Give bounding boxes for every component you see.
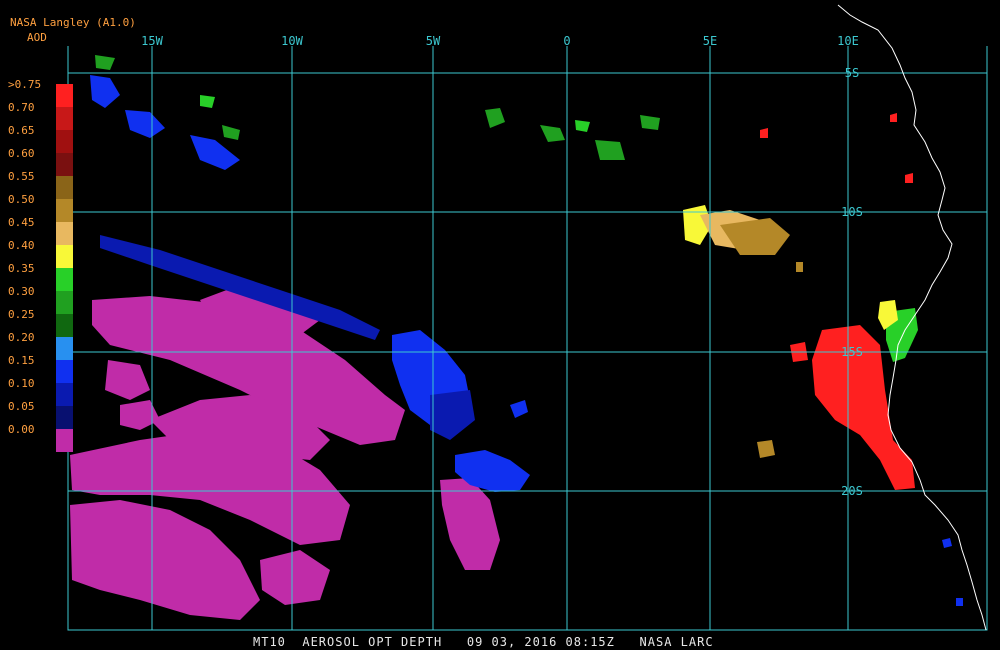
legend-label: 0.55 xyxy=(8,170,35,183)
legend-label: 0.10 xyxy=(8,377,35,390)
legend-label: 0.65 xyxy=(8,124,35,137)
legend-label: 0.25 xyxy=(8,308,35,321)
legend-label: 0.60 xyxy=(8,147,35,160)
latitude-label: 5S xyxy=(845,66,859,80)
legend-swatch xyxy=(56,245,73,268)
legend-swatch xyxy=(56,107,73,130)
legend-swatch xyxy=(56,429,73,452)
legend-label: 0.30 xyxy=(8,285,35,298)
legend-label: 0.70 xyxy=(8,101,35,114)
legend-swatch xyxy=(56,360,73,383)
legend-label: 0.40 xyxy=(8,239,35,252)
legend-label: 0.35 xyxy=(8,262,35,275)
image-caption: MT10 AEROSOL OPT DEPTH 09 03, 2016 08:15… xyxy=(253,635,714,649)
legend-label: 0.20 xyxy=(8,331,35,344)
legend-swatch xyxy=(56,176,73,199)
longitude-label: 10E xyxy=(837,34,859,48)
longitude-label: 5E xyxy=(703,34,717,48)
longitude-label: 15W xyxy=(141,34,163,48)
product-label: AOD xyxy=(27,31,47,44)
legend-swatch xyxy=(56,337,73,360)
legend-swatch xyxy=(56,383,73,406)
legend-swatch xyxy=(56,222,73,245)
latitude-label: 15S xyxy=(841,345,863,359)
aod-map: 15W 10W 5W 0 5E 10E 5S 10S 15S 20S xyxy=(67,4,988,631)
legend-label: >0.75 xyxy=(8,78,42,91)
legend-label: 0.45 xyxy=(8,216,35,229)
aod-low-region xyxy=(70,285,500,620)
legend-swatch xyxy=(56,291,73,314)
latitude-label: 10S xyxy=(841,205,863,219)
legend-swatch xyxy=(56,314,73,337)
aod-green-region xyxy=(95,55,660,160)
legend-swatch xyxy=(56,406,73,429)
legend-swatch xyxy=(56,130,73,153)
legend-swatch xyxy=(56,199,73,222)
aod-brown-region xyxy=(720,218,803,458)
longitude-label: 0 xyxy=(563,34,570,48)
longitude-label: 5W xyxy=(426,34,441,48)
longitude-label: 10W xyxy=(281,34,303,48)
latitude-label: 20S xyxy=(841,484,863,498)
legend-swatch xyxy=(56,84,73,107)
legend-label: 0.05 xyxy=(8,400,35,413)
legend-label: 0.50 xyxy=(8,193,35,206)
legend-swatch xyxy=(56,153,73,176)
data-source-label: NASA Langley (A1.0) xyxy=(10,16,136,29)
legend-label: 0.00 xyxy=(8,423,35,436)
aerosol-depth-field xyxy=(70,55,963,620)
legend-swatch xyxy=(56,268,73,291)
legend-label: 0.15 xyxy=(8,354,35,367)
